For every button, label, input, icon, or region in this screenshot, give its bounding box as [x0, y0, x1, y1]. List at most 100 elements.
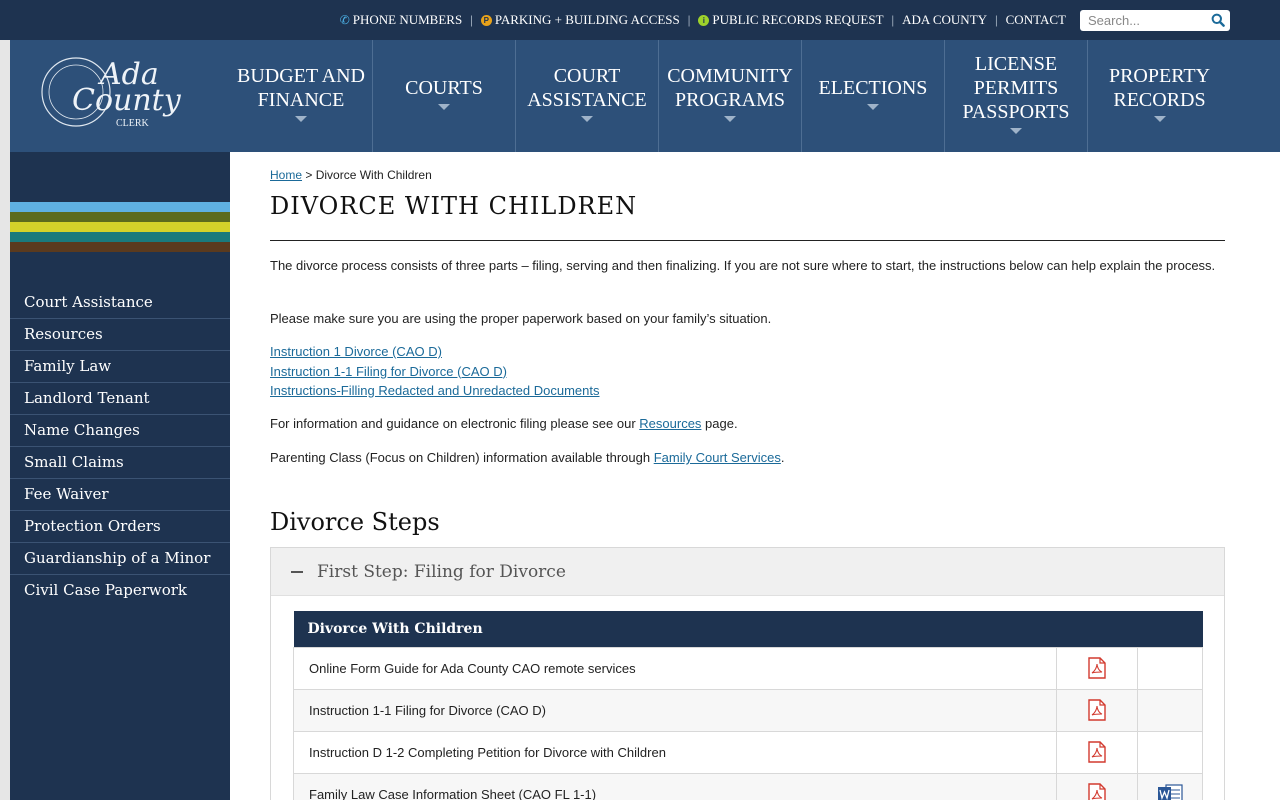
ada-county-link[interactable]: ADA COUNTY [902, 12, 987, 28]
parking-icon: P [480, 14, 492, 26]
stripe-olive [10, 212, 230, 222]
chevron-down-icon [867, 104, 879, 110]
search-icon[interactable] [1211, 13, 1225, 27]
color-stripes [10, 202, 230, 252]
pdf-cell [1056, 688, 1138, 732]
parenting-paragraph: Parenting Class (Focus on Children) info… [270, 450, 785, 465]
sidebar-item-name-changes[interactable]: Name Changes [10, 415, 230, 447]
word-cell [1137, 646, 1203, 690]
phone-numbers-link[interactable]: ✆ PHONE NUMBERS [340, 12, 463, 28]
chevron-down-icon [438, 104, 450, 110]
chevron-down-icon [581, 116, 593, 122]
resources-link[interactable]: Resources [639, 416, 701, 431]
divider: | [891, 12, 895, 27]
nav-community-programs[interactable]: COMMUNITY PROGRAMS [659, 40, 802, 152]
paperwork-note: Please make sure you are using the prope… [270, 311, 772, 326]
instruction-1-1-link[interactable]: Instruction 1-1 Filing for Divorce (CAO … [270, 364, 507, 379]
pdf-cell [1056, 772, 1138, 800]
sidebar-item-resources[interactable]: Resources [10, 319, 230, 351]
collapse-icon [291, 570, 303, 573]
efiling-paragraph: For information and guidance on electron… [270, 416, 738, 431]
word-cell [1137, 772, 1203, 800]
divider: | [687, 12, 691, 27]
accordion-first-step: First Step: Filing for Divorce Divorce W… [270, 547, 1225, 800]
sidebar-item-small-claims[interactable]: Small Claims [10, 447, 230, 479]
chevron-down-icon [1010, 128, 1022, 134]
sidebar-item-fee-waiver[interactable]: Fee Waiver [10, 479, 230, 511]
ada-county-clerk-logo[interactable]: Ada County CLERK [38, 50, 198, 132]
nav-budget-finance[interactable]: BUDGET AND FINANCE [230, 40, 373, 152]
search-box [1080, 10, 1230, 31]
form-name: Instruction D 1-2 Completing Petition fo… [293, 730, 1057, 774]
table-header: Divorce With Children [293, 611, 1203, 647]
sidebar-item-civil-case-paperwork[interactable]: Civil Case Paperwork [10, 575, 230, 607]
nav-court-assistance[interactable]: COURT ASSISTANCE [516, 40, 659, 152]
word-icon[interactable] [1157, 783, 1183, 800]
public-records-request-link[interactable]: i PUBLIC RECORDS REQUEST [698, 12, 884, 28]
side-nav: Court Assistance Resources Family Law La… [10, 287, 230, 607]
chevron-down-icon [1153, 116, 1166, 122]
instructions-redacted-link[interactable]: Instructions-Filling Redacted and Unreda… [270, 383, 600, 398]
instruction-links: Instruction 1 Divorce (CAO D) Instructio… [270, 342, 600, 401]
instruction-1-link[interactable]: Instruction 1 Divorce (CAO D) [270, 344, 442, 359]
logo-clerk-text: CLERK [116, 118, 150, 129]
sidebar-item-protection-orders[interactable]: Protection Orders [10, 511, 230, 543]
pdf-icon[interactable] [1088, 657, 1106, 679]
nav-elections[interactable]: ELECTIONS [802, 40, 945, 152]
pdf-icon[interactable] [1088, 741, 1106, 763]
sidebar-item-guardianship-minor[interactable]: Guardianship of a Minor [10, 543, 230, 575]
pdf-cell [1056, 646, 1138, 690]
utility-bar: ✆ PHONE NUMBERS | P PARKING + BUILDING ACC… [0, 0, 1280, 40]
info-icon: i [698, 14, 710, 26]
phone-icon: ✆ [339, 12, 350, 27]
page-title: DIVORCE WITH CHILDREN [270, 192, 638, 220]
table-row: Instruction D 1-2 Completing Petition fo… [293, 730, 1203, 774]
breadcrumb-home-link[interactable]: Home [270, 168, 302, 182]
accordion-header[interactable]: First Step: Filing for Divorce [271, 548, 1224, 596]
main-nav: BUDGET AND FINANCE COURTS COURT ASSISTAN… [230, 40, 1280, 152]
word-cell [1137, 688, 1203, 732]
sidebar-item-family-law[interactable]: Family Law [10, 351, 230, 383]
table-row: Instruction 1-1 Filing for Divorce (CAO … [293, 688, 1203, 732]
accordion-title: First Step: Filing for Divorce [317, 561, 566, 582]
table-row: Online Form Guide for Ada County CAO rem… [293, 646, 1203, 690]
word-cell [1137, 730, 1203, 774]
nav-courts[interactable]: COURTS [373, 40, 516, 152]
divider: | [470, 12, 473, 27]
breadcrumb-current: Divorce With Children [315, 168, 432, 182]
main-content: Home > Divorce With Children DIVORCE WIT… [230, 152, 1280, 800]
search-input[interactable] [1080, 10, 1204, 31]
pdf-icon[interactable] [1088, 699, 1106, 721]
form-name: Instruction 1-1 Filing for Divorce (CAO … [293, 688, 1057, 732]
table-header-row: Divorce With Children [293, 611, 1203, 647]
sidebar-item-court-assistance[interactable]: Court Assistance [10, 287, 230, 319]
nav-license-permits-passports[interactable]: LICENSE PERMITS PASSPORTS [945, 40, 1088, 152]
breadcrumb: Home > Divorce With Children [270, 168, 432, 182]
parking-building-access-link[interactable]: P PARKING + BUILDING ACCESS [480, 12, 680, 28]
intro-paragraph: The divorce process consists of three pa… [270, 258, 1216, 273]
stripe-teal [10, 232, 230, 242]
title-divider [270, 240, 1225, 241]
contact-link[interactable]: CONTACT [1006, 12, 1066, 28]
breadcrumb-separator: > [305, 168, 313, 182]
family-court-services-link[interactable]: Family Court Services [654, 450, 781, 465]
section-heading: Divorce Steps [270, 508, 440, 536]
form-name: Family Law Case Information Sheet (CAO F… [293, 772, 1057, 800]
stripe-yellow [10, 222, 230, 232]
divider: | [995, 12, 998, 27]
stripe-blue [10, 202, 230, 212]
sidebar-item-landlord-tenant[interactable]: Landlord Tenant [10, 383, 230, 415]
logo-area[interactable]: Ada County CLERK [10, 40, 230, 152]
pdf-cell [1056, 730, 1138, 774]
left-sidebar: Ada County CLERK Court Assistance Resour… [10, 40, 230, 800]
pdf-icon[interactable] [1088, 783, 1106, 800]
form-name: Online Form Guide for Ada County CAO rem… [293, 646, 1057, 690]
nav-property-records[interactable]: PROPERTY RECORDS [1088, 40, 1231, 152]
chevron-down-icon [295, 116, 307, 122]
forms-table: Divorce With Children Online Form Guide … [293, 611, 1203, 800]
stripe-brown [10, 242, 230, 252]
utility-nav: ✆ PHONE NUMBERS | P PARKING + BUILDING ACC… [340, 12, 1066, 28]
table-row: Family Law Case Information Sheet (CAO F… [293, 772, 1203, 800]
logo-county-text: County [72, 83, 182, 118]
chevron-down-icon [724, 116, 736, 122]
